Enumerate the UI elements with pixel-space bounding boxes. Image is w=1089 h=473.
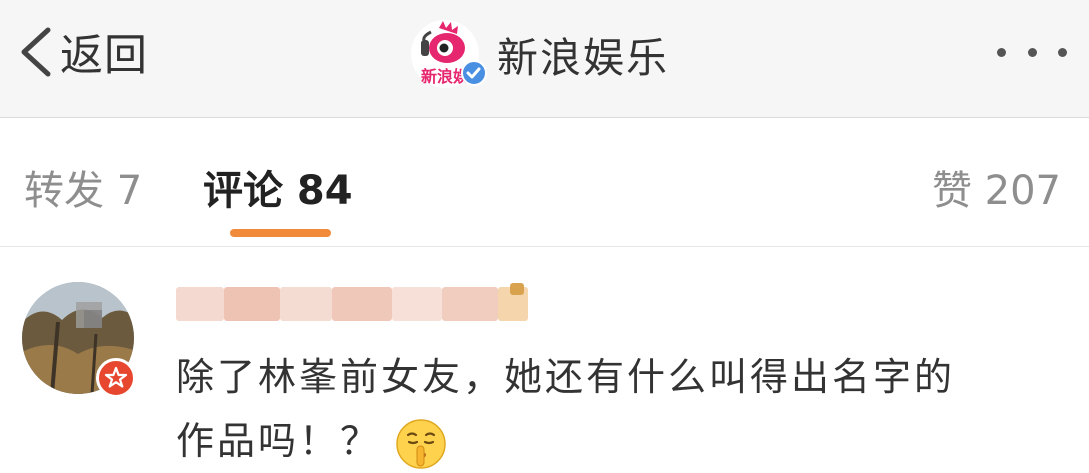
tab-likes[interactable]: 赞 207 — [932, 158, 1061, 216]
blurred-username-segment — [510, 283, 524, 295]
back-label: 返回 — [60, 31, 148, 81]
tab-repost[interactable]: 转发 7 — [24, 158, 142, 216]
comment-item: 除了林峯前女友，她还有什么叫得出名字的 作品吗！？ — [0, 247, 1089, 473]
account-logo: 新浪娱 — [409, 18, 487, 90]
more-dot — [1058, 47, 1067, 57]
verified-badge-icon — [461, 60, 487, 86]
blurred-username-segment — [442, 287, 498, 321]
comment-line: 作品吗！？ — [176, 419, 382, 463]
comment-text: 除了林峯前女友，她还有什么叫得出名字的 作品吗！？ — [176, 345, 1056, 473]
star-badge-icon — [96, 358, 136, 398]
tab-comments[interactable]: 评论 84 — [203, 158, 353, 216]
more-button[interactable] — [997, 40, 1067, 64]
account-title[interactable]: 新浪娱 新浪娱乐 — [409, 14, 669, 94]
avatar[interactable] — [22, 282, 138, 398]
more-dot — [1027, 47, 1037, 57]
more-dot — [997, 47, 1006, 57]
comment-line-with-emoji: 作品吗！？ — [176, 409, 1056, 473]
shush-emoji-icon — [396, 418, 446, 469]
blurred-username-segment — [280, 287, 332, 321]
username-blurred[interactable] — [176, 283, 556, 327]
active-tab-indicator — [230, 229, 331, 237]
chevron-left-icon — [21, 27, 51, 77]
blurred-username-segment — [332, 287, 392, 321]
comment-line: 除了林峯前女友，她还有什么叫得出名字的 — [176, 355, 956, 399]
tab-bar: 转发 7 评论 84 赞 207 — [0, 118, 1089, 247]
page-title: 新浪娱乐 — [497, 34, 669, 82]
navigation-bar: 返回 新浪娱 新浪娱乐 — [0, 0, 1089, 118]
blurred-username-segment — [392, 287, 442, 321]
back-button[interactable]: 返回 — [14, 22, 148, 82]
blurred-username-segment — [224, 287, 280, 321]
blurred-username-segment — [176, 287, 224, 321]
